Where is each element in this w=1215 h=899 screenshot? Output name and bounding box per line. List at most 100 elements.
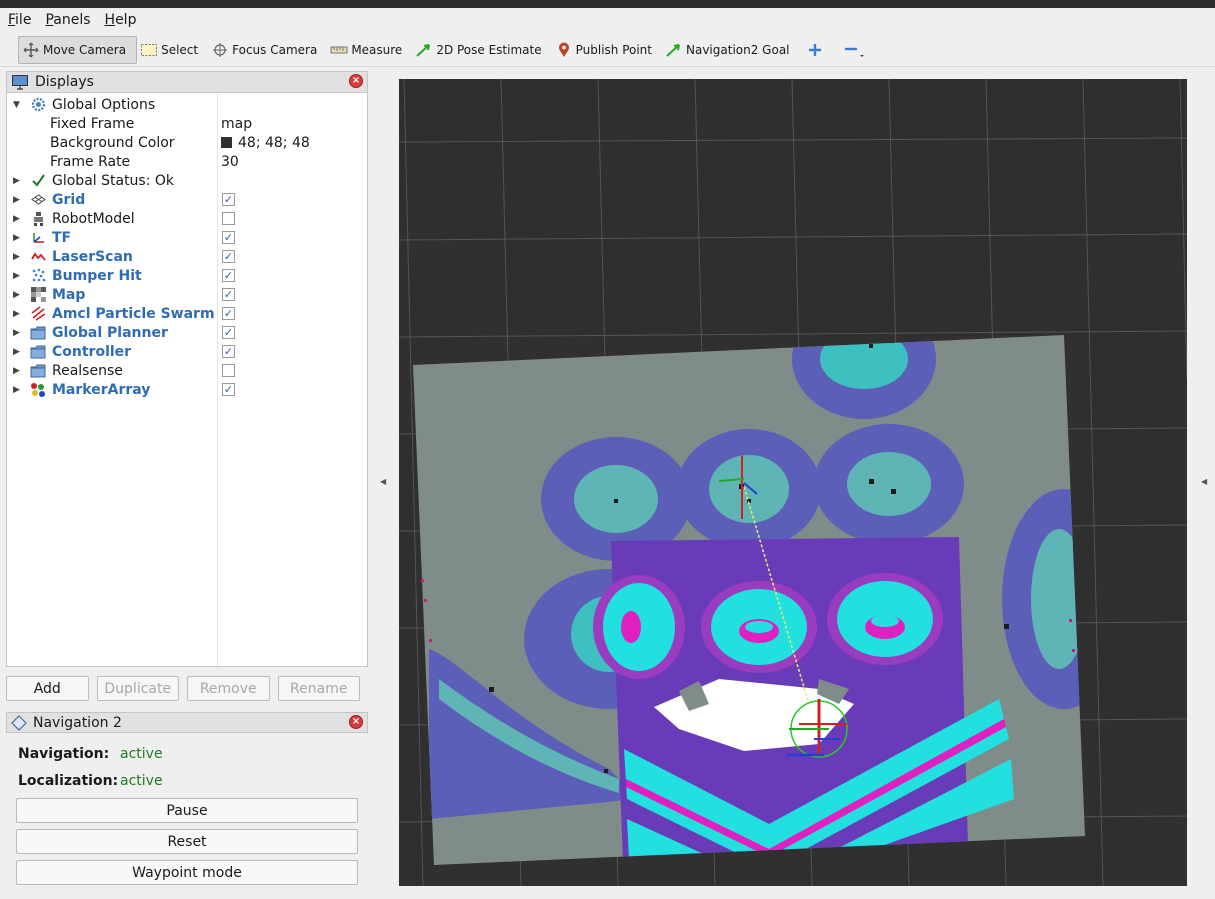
realsense-label: Realsense — [52, 362, 123, 379]
tree-row-global-planner[interactable]: ▶ Global Planner ✓ — [7, 323, 367, 342]
expand-right-icon[interactable]: ▶ — [13, 385, 21, 395]
tree-row-global-options[interactable]: ▼ Global Options — [7, 95, 367, 114]
displays-header: Displays × — [7, 72, 367, 93]
navigation-title: Navigation 2 — [33, 714, 122, 731]
expand-right-icon[interactable]: ▶ — [13, 214, 21, 224]
remove-tool-button[interactable] — [836, 36, 880, 64]
menu-file[interactable]: File — [8, 10, 31, 30]
tree-row-grid[interactable]: ▶ Grid ✓ — [7, 190, 367, 209]
tree-row-tf[interactable]: ▶ TF ✓ — [7, 228, 367, 247]
tree-row-laserscan[interactable]: ▶ LaserScan ✓ — [7, 247, 367, 266]
markerarray-checkbox[interactable]: ✓ — [222, 383, 235, 396]
navigation-header: Navigation 2 × — [6, 712, 368, 733]
expand-right-icon[interactable]: ▶ — [13, 252, 21, 262]
tree-row-map[interactable]: ▶ Map ✓ — [7, 285, 367, 304]
expand-right-icon[interactable]: ▶ — [13, 366, 21, 376]
global-planner-label: Global Planner — [52, 324, 168, 341]
add-display-button[interactable]: Add — [6, 676, 89, 701]
laserscan-checkbox[interactable]: ✓ — [222, 250, 235, 263]
frame-rate-value[interactable]: 30 — [221, 154, 239, 170]
background-color-value[interactable]: 48; 48; 48 — [221, 135, 310, 151]
select-tool[interactable]: Select — [137, 36, 208, 64]
displays-panel: Displays × ▼ Global Options Fixed Frame … — [6, 71, 368, 667]
menu-panels[interactable]: Panels — [45, 10, 90, 30]
render-viewport[interactable] — [399, 79, 1187, 886]
tree-row-amcl-particle-swarm[interactable]: ▶ Amcl Particle Swarm ✓ — [7, 304, 367, 323]
global-planner-checkbox[interactable]: ✓ — [222, 326, 235, 339]
localization-status-line: Localization: active — [18, 773, 163, 789]
grid-checkbox[interactable]: ✓ — [222, 193, 235, 206]
controller-checkbox[interactable]: ✓ — [222, 345, 235, 358]
publish-point-icon — [558, 42, 569, 57]
particle-swarm-icon — [30, 306, 46, 322]
publish-point-tool[interactable]: Publish Point — [552, 36, 662, 64]
pause-button[interactable]: Pause — [16, 798, 358, 823]
tree-row-fixed-frame[interactable]: Fixed Frame map — [7, 114, 367, 133]
measure-label: Measure — [351, 42, 403, 57]
expand-right-icon[interactable]: ▶ — [13, 309, 21, 319]
add-tool-button[interactable] — [800, 36, 836, 64]
expand-right-icon[interactable]: ▶ — [13, 271, 21, 281]
select-icon — [141, 43, 158, 56]
measure-tool[interactable]: Measure — [327, 36, 412, 64]
waypoint-mode-button[interactable]: Waypoint mode — [16, 860, 358, 885]
collapse-left-icon[interactable]: ◀ — [380, 477, 386, 486]
tree-row-controller[interactable]: ▶ Controller ✓ — [7, 342, 367, 361]
rename-display-button[interactable]: Rename — [277, 676, 360, 701]
pose-estimate-tool[interactable]: 2D Pose Estimate — [412, 36, 551, 64]
tf-checkbox[interactable]: ✓ — [222, 231, 235, 244]
map-icon — [30, 287, 46, 303]
expand-right-icon[interactable]: ▶ — [13, 347, 21, 357]
expand-right-icon[interactable]: ▶ — [13, 328, 21, 338]
expand-right-icon[interactable]: ▶ — [13, 233, 21, 243]
tree-row-robotmodel[interactable]: ▶ RobotModel — [7, 209, 367, 228]
robotmodel-checkbox[interactable] — [222, 212, 235, 225]
expand-down-icon[interactable]: ▼ — [13, 100, 21, 110]
tree-row-realsense[interactable]: ▶ Realsense — [7, 361, 367, 380]
tree-row-global-status[interactable]: ▶ Global Status: Ok — [7, 171, 367, 190]
duplicate-display-button[interactable]: Duplicate — [96, 676, 179, 701]
tree-row-bumper-hit[interactable]: ▶ Bumper Hit ✓ — [7, 266, 367, 285]
menu-help[interactable]: Help — [105, 10, 137, 30]
navigation-status-value: active — [120, 746, 163, 762]
local-costmap — [593, 537, 1014, 865]
markerarray-label: MarkerArray — [52, 381, 151, 398]
gear-icon — [30, 97, 46, 113]
focus-camera-tool[interactable]: Focus Camera — [208, 36, 327, 64]
collapse-right-icon[interactable]: ◀ — [1201, 477, 1207, 486]
bumper-hit-checkbox[interactable]: ✓ — [222, 269, 235, 282]
tree-row-background-color[interactable]: Background Color 48; 48; 48 — [7, 133, 367, 152]
navigation-close-icon[interactable]: × — [349, 715, 363, 729]
scene-canvas[interactable] — [399, 79, 1187, 886]
displays-close-icon[interactable]: × — [349, 74, 363, 88]
map-checkbox[interactable]: ✓ — [222, 288, 235, 301]
folder-icon — [30, 363, 46, 379]
tree-row-markerarray[interactable]: ▶ MarkerArray ✓ — [7, 380, 367, 399]
remove-display-button[interactable]: Remove — [187, 676, 270, 701]
expand-right-icon[interactable]: ▶ — [13, 176, 21, 186]
expand-right-icon[interactable]: ▶ — [13, 195, 21, 205]
focus-camera-label: Focus Camera — [232, 42, 318, 57]
nav2-goal-tool[interactable]: Navigation2 Goal — [662, 36, 800, 64]
move-camera-icon — [23, 42, 39, 57]
robotmodel-label: RobotModel — [52, 210, 135, 227]
reset-button[interactable]: Reset — [16, 829, 358, 854]
realsense-checkbox[interactable] — [222, 364, 235, 377]
pose-estimate-label: 2D Pose Estimate — [436, 42, 542, 57]
background-color-text: 48; 48; 48 — [238, 134, 310, 151]
expand-right-icon[interactable]: ▶ — [13, 290, 21, 300]
fixed-frame-value[interactable]: map — [221, 116, 252, 132]
background-color-label: Background Color — [50, 134, 175, 151]
grid-icon — [30, 192, 46, 208]
left-splitter[interactable]: ◀ — [372, 72, 396, 890]
nav-diamond-icon — [11, 714, 27, 731]
amcl-particle-swarm-checkbox[interactable]: ✓ — [222, 307, 235, 320]
tf-icon — [30, 230, 46, 246]
displays-button-bar: Add Duplicate Remove Rename — [6, 676, 368, 702]
displays-title: Displays — [35, 74, 94, 90]
folder-icon — [30, 325, 46, 341]
move-camera-tool[interactable]: Move Camera — [18, 35, 138, 64]
tree-row-frame-rate[interactable]: Frame Rate 30 — [7, 152, 367, 171]
localization-status-label: Localization: — [18, 773, 119, 789]
right-splitter[interactable]: ◀ — [1192, 72, 1215, 890]
